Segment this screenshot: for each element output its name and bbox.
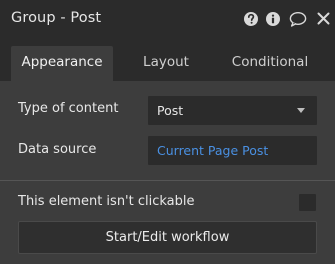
comment-icon[interactable] — [289, 11, 307, 29]
type-of-content-dropdown[interactable]: Post — [148, 96, 317, 125]
panel-title: Group - Post — [11, 10, 102, 26]
tab-layout[interactable]: Layout — [125, 46, 207, 81]
panel-header[interactable]: Group - Post — [0, 0, 335, 40]
property-editor-panel: Group - Post Appearance Layout Condition… — [0, 0, 335, 264]
not-clickable-checkbox[interactable] — [299, 194, 316, 211]
type-of-content-label: Type of content — [18, 101, 119, 116]
data-source-value[interactable]: Current Page Post — [157, 143, 268, 158]
close-icon[interactable] — [316, 11, 334, 29]
data-source-field[interactable]: Current Page Post — [148, 136, 317, 165]
tab-conditional[interactable]: Conditional — [222, 46, 318, 81]
type-of-content-value: Post — [157, 103, 184, 118]
chevron-down-icon — [297, 108, 305, 113]
not-clickable-label: This element isn't clickable — [18, 194, 195, 209]
start-edit-workflow-button[interactable]: Start/Edit workflow — [18, 221, 317, 254]
data-source-label: Data source — [18, 142, 97, 157]
info-icon[interactable] — [265, 11, 283, 29]
tab-appearance[interactable]: Appearance — [11, 46, 113, 81]
section-divider — [0, 180, 335, 181]
help-icon[interactable] — [243, 11, 261, 29]
